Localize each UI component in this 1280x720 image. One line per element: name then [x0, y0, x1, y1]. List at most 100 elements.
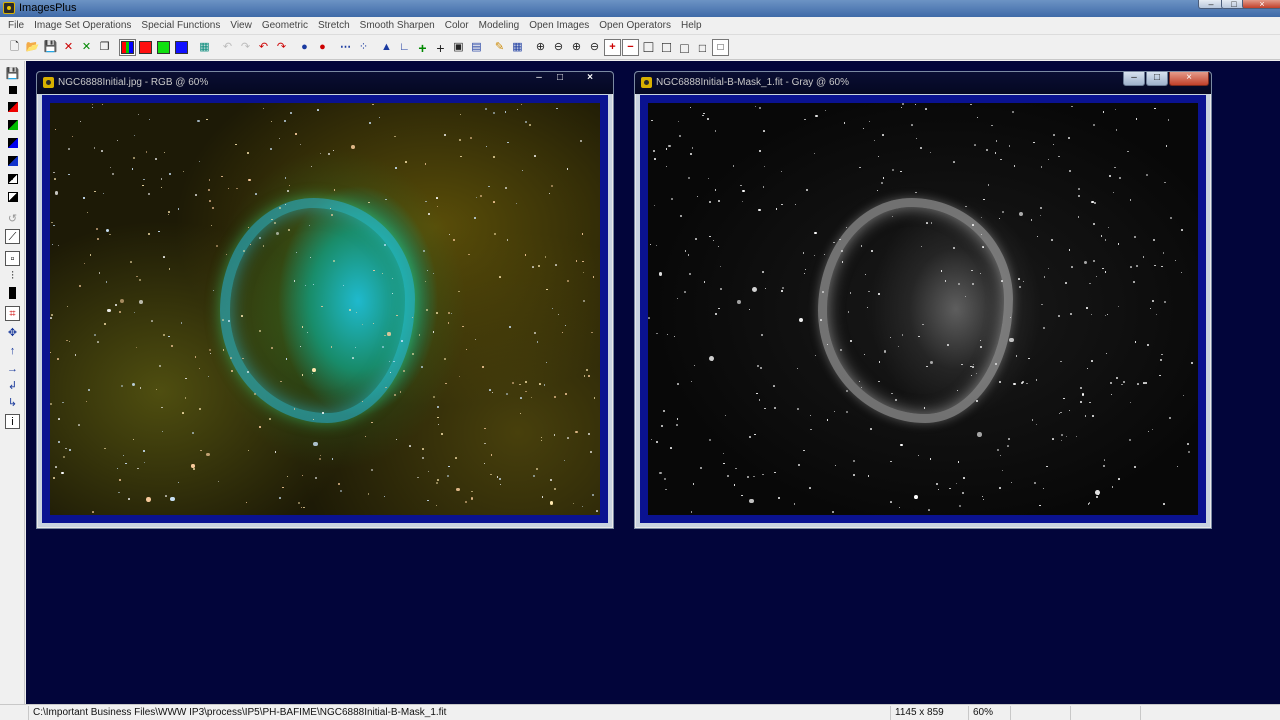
blue-channel-icon[interactable] — [173, 39, 190, 56]
window-minimize-button[interactable]: – — [1123, 72, 1145, 86]
black-bar-icon[interactable] — [5, 287, 20, 302]
star — [579, 139, 582, 142]
star — [944, 280, 947, 282]
star — [1105, 239, 1107, 241]
move-icon[interactable]: ✥ — [5, 326, 20, 341]
star — [279, 207, 282, 210]
star — [849, 340, 852, 343]
clone-icon[interactable]: ↺ — [5, 212, 20, 227]
gradient-icon[interactable]: ⟋ — [5, 229, 20, 244]
arrow-up-icon[interactable]: ↑ — [5, 344, 20, 359]
star — [107, 308, 111, 312]
window-maximize-button[interactable]: □ — [547, 72, 573, 86]
new-file-icon[interactable]: 🗋 — [6, 39, 23, 56]
black-white-icon[interactable] — [5, 174, 20, 189]
menu-open-images[interactable]: Open Images — [524, 17, 594, 35]
blue-black-icon[interactable] — [5, 138, 20, 153]
green-channel-icon[interactable] — [155, 39, 172, 56]
window-maximize-button[interactable]: □ — [1146, 72, 1168, 86]
menu-stretch[interactable]: Stretch — [313, 17, 355, 35]
zoom-fit-icon[interactable]: ⊕ — [568, 39, 585, 56]
arrow-right-icon[interactable]: → — [5, 362, 20, 377]
tile-icon[interactable]: ▦ — [509, 39, 526, 56]
image-window-rgb[interactable]: NGC6888Initial.jpg - RGB @ 60% – □ × — [36, 71, 614, 529]
redo-icon[interactable]: ↷ — [237, 39, 254, 56]
frame-small-icon[interactable]: □ — [676, 39, 693, 56]
menu-modeling[interactable]: Modeling — [474, 17, 525, 35]
histogram-icon[interactable]: ▲ — [378, 39, 395, 56]
frame-xsmall-icon[interactable]: □ — [694, 39, 711, 56]
info-icon[interactable]: i — [5, 414, 20, 429]
pencil-icon[interactable]: ✎ — [491, 39, 508, 56]
menu-geometric[interactable]: Geometric — [257, 17, 313, 35]
star — [447, 475, 449, 478]
save-icon[interactable]: 💾 — [42, 39, 59, 56]
star — [405, 160, 407, 163]
menu-file[interactable]: File — [3, 17, 29, 35]
open-folder-icon[interactable]: 📂 — [24, 39, 41, 56]
nebula-image[interactable] — [50, 103, 600, 515]
rotate-right-icon[interactable]: ↳ — [5, 396, 20, 411]
black-square-icon[interactable] — [5, 84, 20, 99]
add-window-icon[interactable]: + — [604, 39, 621, 56]
menu-color[interactable]: Color — [440, 17, 474, 35]
zoom-in-icon[interactable]: ⊕ — [532, 39, 549, 56]
red-channel-icon[interactable] — [137, 39, 154, 56]
image-info-icon[interactable]: ▤ — [468, 39, 485, 56]
close-button[interactable]: × — [1242, 0, 1280, 9]
mask-image[interactable] — [648, 103, 1198, 515]
target-icon[interactable]: ▫ — [5, 251, 20, 266]
close-image-icon[interactable]: ✕ — [60, 39, 77, 56]
star — [1180, 272, 1182, 274]
menu-smooth-sharpen[interactable]: Smooth Sharpen — [355, 17, 440, 35]
star — [432, 331, 435, 333]
menu-help[interactable]: Help — [676, 17, 707, 35]
green-black-icon[interactable] — [5, 120, 20, 135]
star — [255, 192, 257, 195]
window-caption[interactable]: NGC6888Initial.jpg - RGB @ 60% – □ × — [37, 72, 613, 94]
star — [432, 395, 435, 398]
axis-icon[interactable]: ∟ — [396, 39, 413, 56]
star — [1060, 360, 1062, 363]
zoom-actual-icon[interactable]: ⊖ — [586, 39, 603, 56]
rgb-channels-icon[interactable] — [119, 39, 136, 56]
window-close-button[interactable]: × — [1169, 72, 1209, 86]
menu-view[interactable]: View — [225, 17, 257, 35]
star — [694, 238, 697, 241]
rotate-left-icon[interactable]: ↲ — [5, 379, 20, 394]
frame-medium-icon[interactable]: □ — [658, 39, 675, 56]
black-white-icon[interactable] — [5, 192, 20, 207]
save-icon[interactable]: 💾 — [5, 67, 20, 82]
mask-off-icon[interactable]: ● — [314, 39, 331, 56]
crosshair-icon[interactable]: + — [432, 39, 449, 56]
menu-image-set-operations[interactable]: Image Set Operations — [29, 17, 136, 35]
crop-icon[interactable]: ⌗ — [5, 306, 20, 321]
undo-icon[interactable]: ↶ — [219, 39, 236, 56]
redo-all-icon[interactable]: ↷ — [273, 39, 290, 56]
star — [970, 374, 972, 377]
mask-on-icon[interactable]: ● — [296, 39, 313, 56]
remove-window-icon[interactable]: − — [622, 39, 639, 56]
window-caption[interactable]: NGC6888Initial-B-Mask_1.fit - Gray @ 60%… — [635, 72, 1211, 94]
red-black-icon[interactable] — [5, 102, 20, 117]
levels-icon[interactable]: ⫶ — [5, 269, 20, 284]
window-close-button[interactable]: × — [577, 72, 603, 86]
grid-icon[interactable]: ▦ — [196, 39, 213, 56]
zoom-out-icon[interactable]: ⊖ — [550, 39, 567, 56]
crosshair-plus-icon[interactable]: + — [414, 39, 431, 56]
undo-all-icon[interactable]: ↶ — [255, 39, 272, 56]
select-grid-icon[interactable]: ▣ — [450, 39, 467, 56]
blue-black-icon[interactable] — [5, 156, 20, 171]
menu-special-functions[interactable]: Special Functions — [136, 17, 225, 35]
dotted-line-icon[interactable]: ⋯ — [337, 39, 354, 56]
points-icon[interactable]: ⁘ — [355, 39, 372, 56]
image-window-gray[interactable]: NGC6888Initial-B-Mask_1.fit - Gray @ 60%… — [634, 71, 1212, 529]
close-all-icon[interactable]: ✕ — [78, 39, 95, 56]
star — [66, 339, 68, 341]
star — [719, 265, 721, 267]
star — [747, 475, 750, 478]
frame-tiny-icon[interactable]: □ — [712, 39, 729, 56]
frame-large-icon[interactable]: □ — [640, 39, 657, 56]
menu-open-operators[interactable]: Open Operators — [594, 17, 676, 35]
copy-window-icon[interactable]: ❐ — [96, 39, 113, 56]
